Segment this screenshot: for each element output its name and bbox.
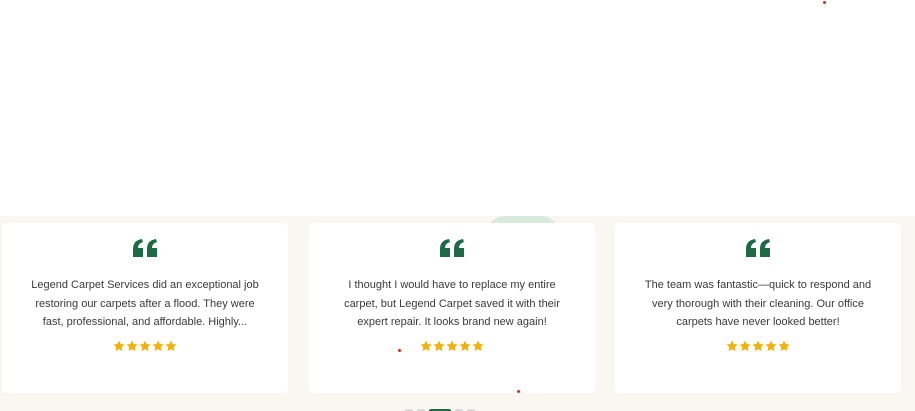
testimonial-text: Legend Carpet Services did an exceptiona… — [31, 279, 259, 328]
star-icon — [152, 340, 164, 352]
testimonial-card: The team was fantastic—quick to respond … — [615, 223, 901, 393]
star-icon — [126, 340, 138, 352]
star-icon — [459, 340, 471, 352]
quote-icon — [746, 239, 770, 257]
star-icon — [752, 340, 764, 352]
decorative-dot — [823, 1, 826, 4]
testimonial-card: Legend Carpet Services did an exceptiona… — [2, 223, 288, 393]
star-icon — [139, 340, 151, 352]
quote-icon — [133, 239, 157, 257]
star-icon — [420, 340, 432, 352]
quote-icon — [440, 239, 464, 257]
star-icon — [778, 340, 790, 352]
testimonial-text: The team was fantastic—quick to respond … — [644, 279, 872, 328]
testimonial-text: I thought I would have to replace my ent… — [344, 279, 560, 328]
rating-stars — [2, 340, 288, 352]
rating-stars — [309, 340, 595, 352]
testimonials-section: Legend Carpet Services did an exceptiona… — [0, 216, 915, 411]
star-icon — [446, 340, 458, 352]
star-icon — [165, 340, 177, 352]
star-icon — [472, 340, 484, 352]
star-icon — [433, 340, 445, 352]
star-icon — [726, 340, 738, 352]
star-icon — [739, 340, 751, 352]
testimonial-card: I thought I would have to replace my ent… — [309, 223, 595, 393]
hero-blank-area — [0, 0, 915, 216]
star-icon — [765, 340, 777, 352]
decorative-dot — [517, 390, 520, 393]
rating-stars — [615, 340, 901, 352]
star-icon — [113, 340, 125, 352]
